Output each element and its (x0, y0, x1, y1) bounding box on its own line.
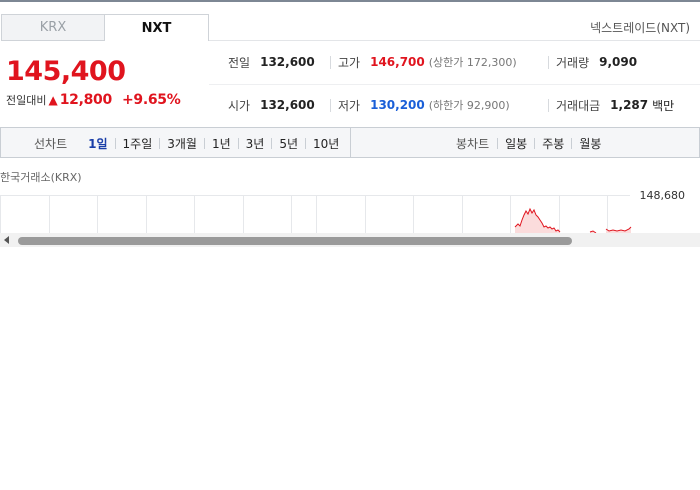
tab-divider (209, 40, 700, 41)
price-line-3 (605, 226, 632, 232)
open-label: 시가 (228, 98, 251, 113)
current-price: 145,400 (6, 56, 126, 87)
volume-value: 9,090 (599, 55, 638, 69)
prev-close-label: 전일 (228, 55, 251, 70)
line-chart-label: 선차트 (34, 137, 68, 151)
scroll-left-icon[interactable] (4, 236, 9, 244)
period-3m[interactable]: 3개월 (160, 135, 204, 152)
prev-close-value: 132,600 (260, 55, 315, 69)
low-value: 130,200 (370, 98, 425, 112)
lower-limit-value: 92,900 (466, 99, 506, 112)
lower-limit: (하한가 92,900) (428, 99, 510, 112)
candle-chart-label: 봉차트 (456, 137, 490, 151)
high-value: 146,700 (370, 55, 425, 69)
price-change: 전일대비 ▲ 12,800 +9.65% (6, 92, 181, 108)
period-1d[interactable]: 1일 (81, 135, 114, 152)
stats-row-2: 시가 132,600 저가 130,200 (하한가 92,900) 거래대금 … (228, 95, 700, 115)
scrollbar-thumb[interactable] (18, 237, 572, 245)
change-label: 전일대비 (6, 94, 47, 107)
period-3y[interactable]: 3년 (239, 135, 272, 152)
period-1w[interactable]: 1주일 (116, 135, 160, 152)
tab-nxt[interactable]: NXT (104, 14, 209, 41)
line-chart-periods: 선차트 1일 1주일 3개월 1년 3년 5년 10년 (34, 135, 346, 152)
lower-limit-label: 하한가 (433, 99, 464, 112)
toolbar-border-left (0, 127, 1, 158)
candle-chart-periods: 봉차트 일봉 주봉 월봉 (456, 135, 608, 152)
change-percent: +9.65% (121, 92, 181, 108)
toolbar-divider (350, 127, 351, 158)
high-label: 고가 (338, 55, 361, 70)
candle-monthly[interactable]: 월봉 (572, 135, 608, 152)
upper-limit-value: 172,300 (466, 56, 513, 69)
period-5y[interactable]: 5년 (272, 135, 305, 152)
price-chart (0, 195, 632, 234)
up-triangle-icon: ▲ (48, 93, 58, 107)
change-amount: 12,800 (59, 92, 113, 108)
top-border (0, 0, 700, 2)
amount-value: 1,287 (610, 98, 649, 112)
market-name: 넥스트레이드(NXT) (590, 21, 690, 35)
upper-limit-label: 상한가 (433, 56, 464, 69)
period-10y[interactable]: 10년 (306, 135, 346, 152)
open-value: 132,600 (260, 98, 315, 112)
upper-limit: (상한가 172,300) (428, 56, 517, 69)
stats-row-1: 전일 132,600 고가 146,700 (상한가 172,300) 거래량 … (228, 52, 700, 72)
period-1y[interactable]: 1년 (205, 135, 238, 152)
amount-unit: 백만 (652, 98, 675, 113)
tab-krx[interactable]: KRX (1, 14, 104, 41)
candle-weekly[interactable]: 주봉 (535, 135, 571, 152)
low-label: 저가 (338, 98, 361, 113)
row-divider (209, 84, 700, 85)
volume-label: 거래량 (556, 55, 590, 70)
chart-source-label: 한국거래소(KRX) (0, 171, 82, 184)
candle-daily[interactable]: 일봉 (498, 135, 534, 152)
amount-label: 거래대금 (556, 98, 601, 113)
